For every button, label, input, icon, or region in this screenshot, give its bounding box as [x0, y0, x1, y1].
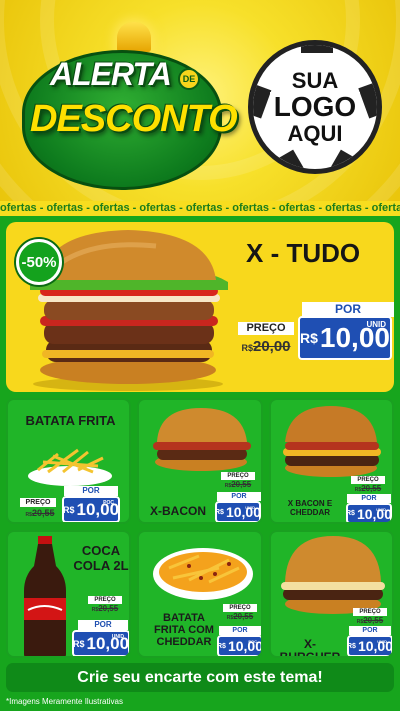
- product-card: X-BACON PREÇO R$20,55 POR R$ 10,00 UNID: [137, 398, 263, 524]
- alerta-desconto-logo: ALERTA DE DESCONTO: [22, 22, 238, 192]
- por-label: POR: [78, 620, 128, 630]
- preco-label: PREÇO: [88, 596, 122, 604]
- logo-line2: LOGO: [269, 92, 361, 122]
- soda-bottle-image: [24, 536, 66, 656]
- product-card: BATATA FRITA COM CHEDDAR PREÇO R$20,55 P…: [137, 530, 263, 658]
- preco-label: PREÇO: [351, 476, 385, 484]
- product-name: X BACON E CHEDDAR: [287, 499, 333, 517]
- old-price: R$20,00: [241, 338, 291, 355]
- header-area: ALERTA DE DESCONTO SUA LOGO AQUI: [0, 0, 400, 214]
- alert-desc: DESCONTO: [30, 98, 238, 140]
- preco-label: PREÇO: [20, 498, 56, 507]
- preco-label: PREÇO: [223, 604, 257, 612]
- por-label: POR: [302, 302, 394, 317]
- product-card: COCA COLA 2L PREÇO R$20,55 POR R$ 10,00 U…: [6, 530, 131, 658]
- logo-line3: AQUI: [283, 122, 347, 145]
- product-name: X-BURGUER: [279, 637, 341, 658]
- burger-image: [153, 408, 251, 471]
- por-label: POR: [219, 626, 261, 635]
- discount-badge: -50%: [16, 239, 62, 285]
- product-card: X-BURGUER PREÇO R$20,55 POR R$ 10,00 UNID: [269, 530, 394, 658]
- hero-title: X - TUDO: [246, 238, 361, 268]
- por-label: POR: [349, 626, 391, 635]
- disclaimer-note: *Imagens Meramente Ilustrativas: [6, 697, 123, 706]
- product-name: BATATA FRITA: [25, 413, 116, 428]
- new-price: R$ 10,00 POC: [62, 496, 120, 522]
- burger-image: [281, 536, 385, 614]
- product-name: COCA COLA 2L: [73, 543, 129, 573]
- product-name: BATATA FRITA COM CHEDDAR: [154, 612, 214, 649]
- burger-image: [283, 406, 381, 477]
- old-price: R$20,55: [226, 612, 254, 621]
- product-name: X-BACON: [150, 504, 206, 518]
- product-card: X BACON E CHEDDAR PREÇO R$20,55 POR R$ 10…: [269, 398, 394, 524]
- cheddar-fries-image: [153, 548, 253, 600]
- siren-icon: [117, 22, 151, 52]
- new-price: R$ 10,00 UNID: [346, 503, 392, 522]
- por-label: POR: [347, 494, 391, 503]
- ofertas-strip: ofertas - ofertas - ofertas - ofertas - …: [0, 201, 400, 216]
- preco-label: PREÇO: [238, 322, 294, 335]
- new-price: R$ 10,00 UNID: [72, 630, 129, 656]
- por-label: POR: [217, 492, 261, 501]
- new-price: R$ 10,00 POC: [217, 635, 261, 656]
- new-price: R$ 10,00 UNID: [347, 635, 392, 656]
- hero-card: -50% X - TUDO PREÇO R$20,00 POR R$ 10,00 …: [6, 222, 394, 392]
- logo-line1: SUA: [287, 69, 343, 92]
- cta-banner[interactable]: Crie seu encarte com este tema!: [6, 663, 394, 692]
- new-price: R$ 10,00 UNID: [215, 501, 261, 522]
- preco-label: PREÇO: [221, 472, 255, 480]
- old-price: R$20,55: [224, 480, 252, 489]
- product-card: BATATA FRITA PREÇO R$20,55 POR R$ 10,00 P…: [6, 398, 131, 524]
- new-price: R$ 10,00 UNID: [298, 316, 392, 360]
- por-label: POR: [64, 486, 118, 496]
- old-price: R$20,55: [91, 604, 119, 613]
- old-price: R$20,55: [25, 508, 55, 518]
- preco-label: PREÇO: [353, 608, 387, 616]
- logo-placeholder: SUA LOGO AQUI: [248, 40, 382, 174]
- alert-de: DE: [178, 68, 200, 90]
- alert-word: ALERTA: [50, 56, 172, 92]
